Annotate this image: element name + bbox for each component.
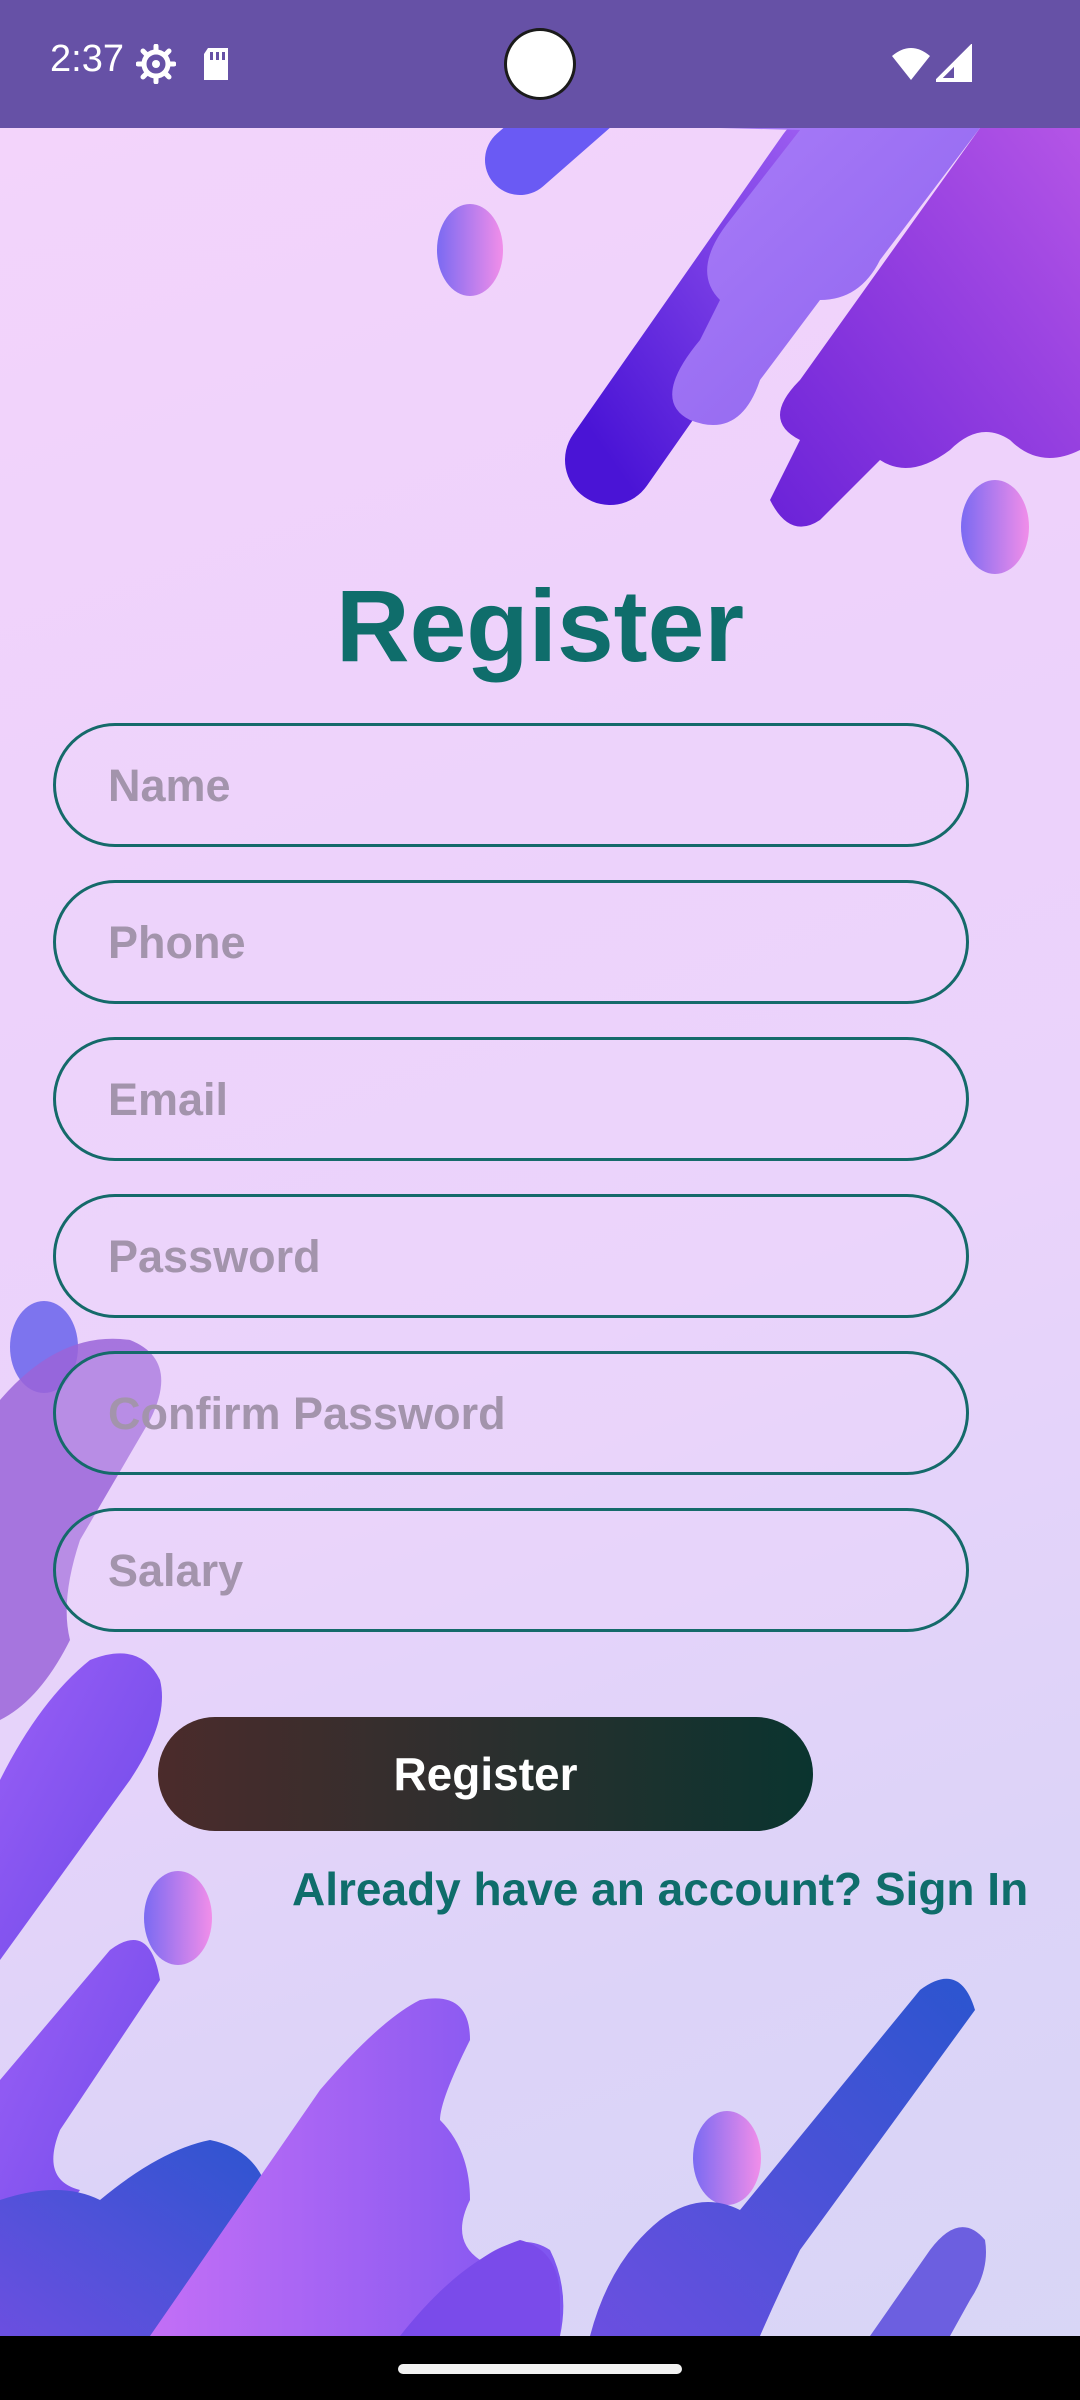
sd-card-icon <box>204 48 228 80</box>
home-indicator[interactable] <box>398 2364 682 2374</box>
name-input[interactable] <box>106 726 930 846</box>
status-bar: 2:37 <box>0 0 1080 128</box>
sign-in-link[interactable]: Already have an account? Sign In <box>292 1862 1028 1916</box>
email-input[interactable] <box>106 1040 930 1160</box>
confirm-password-field[interactable] <box>53 1351 969 1475</box>
page-title: Register <box>335 569 745 683</box>
salary-field[interactable] <box>53 1508 969 1632</box>
confirm-password-input[interactable] <box>106 1354 930 1474</box>
register-button[interactable]: Register <box>158 1717 813 1831</box>
settings-gear-icon <box>136 44 176 84</box>
navigation-bar <box>0 2336 1080 2400</box>
register-screen: 2:37 Register Name Phone Email Salary Re… <box>0 0 1080 2400</box>
wifi-icon <box>892 48 930 80</box>
email-field[interactable] <box>53 1037 969 1161</box>
password-input[interactable] <box>106 1197 930 1317</box>
password-field[interactable] <box>53 1194 969 1318</box>
status-time: 2:37 <box>50 38 124 80</box>
name-field[interactable] <box>53 723 969 847</box>
salary-input[interactable] <box>106 1511 930 1631</box>
cell-signal-icon <box>936 44 972 82</box>
camera-cutout <box>507 31 573 97</box>
phone-field[interactable] <box>53 880 969 1004</box>
phone-input[interactable] <box>106 883 930 1003</box>
